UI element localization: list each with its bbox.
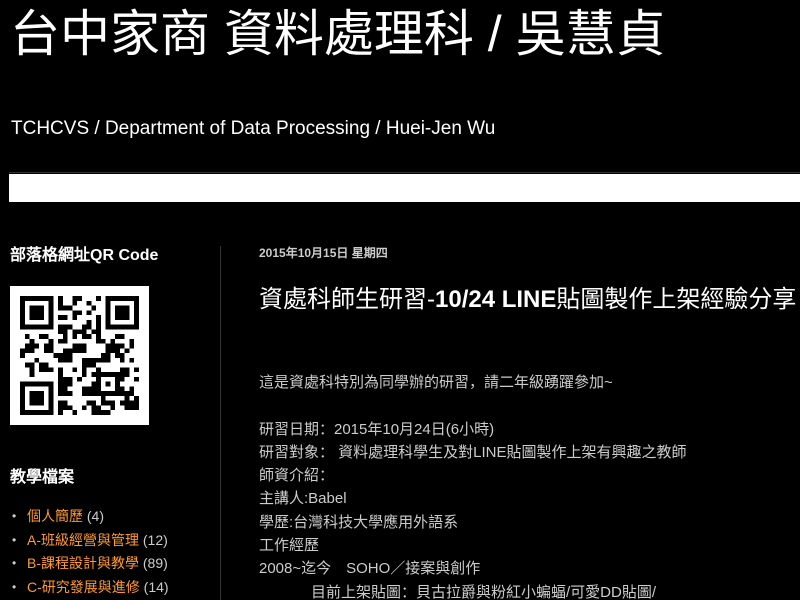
archive-count: (4) — [86, 508, 105, 524]
archive-link-research[interactable]: C-研究發展與進修 — [27, 579, 140, 595]
header-divider — [9, 172, 800, 173]
archive-link-curriculum[interactable]: B-課程設計與教學 — [27, 555, 139, 571]
site-title[interactable]: 台中家商 資料處理科 / 吳慧貞 — [10, 2, 666, 66]
archive-item: • 個人簡歷 (4) — [10, 506, 220, 527]
blog-page: 台中家商 資料處理科 / 吳慧貞 TCHCVS / Department of … — [0, 0, 800, 600]
archive-item: • C-研究發展與進修 (14) — [10, 577, 220, 598]
post-title-bold-part: 10/24 LINE — [435, 286, 557, 313]
post-title-part: 資處科師生研習- — [259, 286, 435, 313]
archive-link-class-management[interactable]: A-班級經營與管理 — [27, 532, 139, 548]
qr-code-graphic — [20, 296, 139, 415]
sticker-list: 目前上架貼圖：貝古拉爵與粉紅小蝙蝠/可愛DD貼圖/ — [311, 583, 657, 600]
qr-widget-title: 部落格網址QR Code — [10, 247, 159, 264]
bullet-icon: • — [12, 579, 17, 594]
post-intro: 這是資處科特別為同學辦的研習，請二年級踴躍參加~ — [259, 374, 613, 391]
qr-code-image — [10, 286, 149, 425]
post-body: 這是資處科特別為同學辦的研習，請二年級踴躍參加~ 研習日期：2015年10月24… — [259, 371, 800, 600]
archive-count: (12) — [142, 531, 168, 548]
bullet-icon: • — [12, 556, 17, 570]
archive-widget-title: 教學檔案 — [10, 469, 75, 486]
bullet-icon: • — [12, 532, 17, 547]
tabs-bar — [9, 174, 800, 202]
post-title[interactable]: 資處科師生研習-10/24 LINE貼圖製作上架經驗分享 — [259, 284, 800, 316]
post-date-header: 2015年10月15日 星期四 — [259, 246, 388, 260]
archive-item: • B-課程設計與教學 (89) — [10, 553, 220, 574]
speaker-name: 主講人:Babel — [259, 490, 347, 508]
archive-count: (89) — [142, 555, 168, 571]
speaker-education: 學歷:台灣科技大學應用外語系 — [259, 513, 459, 531]
experience-label: 工作經歷 — [259, 537, 320, 555]
post-title-rest: 貼圖製作上架經驗分享 — [556, 286, 797, 313]
archive-list: • 個人簡歷 (4) • A-班級經營與管理 (12) • B-課程設計與教學 … — [10, 506, 220, 600]
bullet-icon: • — [12, 509, 17, 523]
workshop-date: 研習日期：2015年10月24日(6小時) — [259, 420, 495, 438]
speaker-intro-label: 師資介紹： — [259, 467, 335, 485]
workshop-audience: 研習對象： 資料處理科學生及對LINE貼圖製作上架有興趣之教師 — [259, 443, 687, 461]
archive-count: (14) — [143, 578, 169, 595]
job-history: 2008~迄今 SOHO／接案與創作 — [259, 560, 481, 578]
sidebar-divider — [220, 246, 221, 600]
archive-link-resume[interactable]: 個人簡歷 — [27, 508, 83, 524]
archive-item: • A-班級經營與管理 (12) — [10, 530, 220, 551]
site-description: TCHCVS / Department of Data Processing /… — [11, 118, 496, 139]
